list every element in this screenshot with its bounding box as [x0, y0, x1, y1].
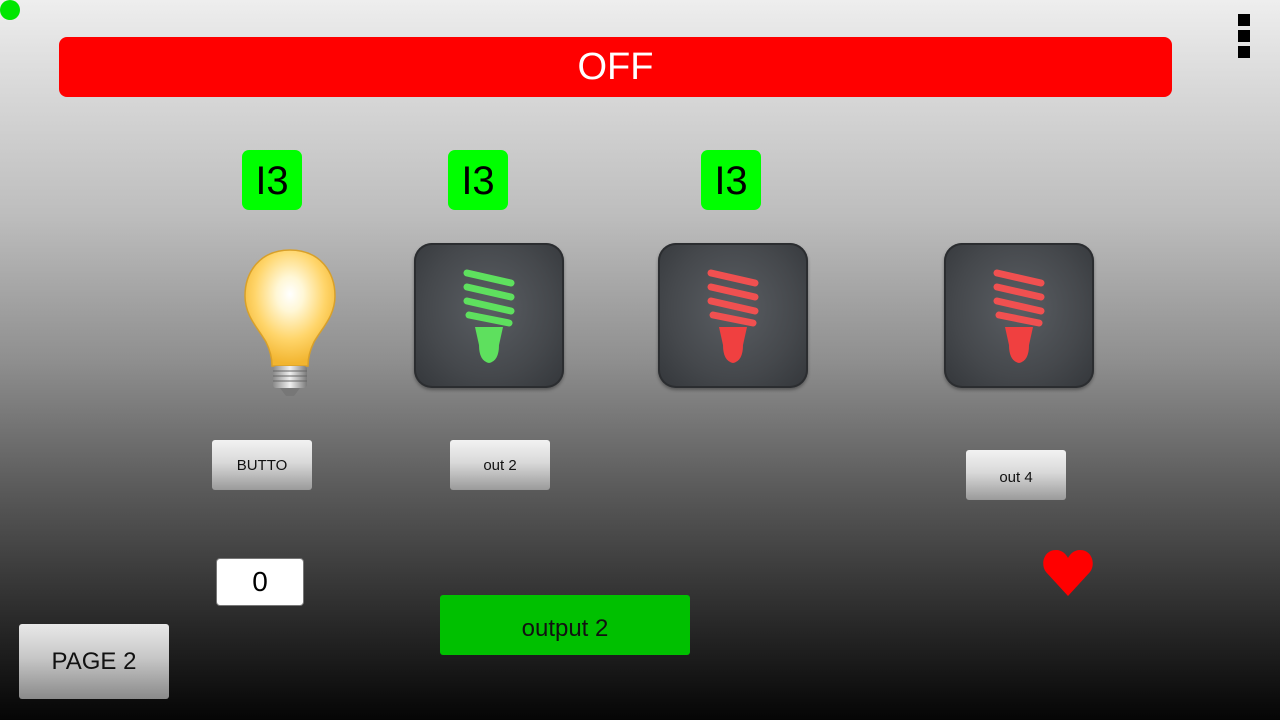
out-4-button[interactable]: out 4: [966, 450, 1066, 500]
cfl-bulb-tile-2[interactable]: [414, 243, 564, 388]
indicator-2: I3: [448, 150, 508, 210]
button-1[interactable]: BUTTO: [212, 440, 312, 490]
overflow-menu-icon[interactable]: [1236, 12, 1252, 60]
cfl-bulb-red-icon: [993, 269, 1045, 363]
page-2-button[interactable]: PAGE 2: [19, 624, 169, 699]
output-2-button[interactable]: output 2: [440, 595, 690, 655]
cfl-bulb-red-icon: [707, 269, 759, 363]
heart-icon: [1042, 546, 1094, 598]
out-2-button[interactable]: out 2: [450, 440, 550, 490]
cfl-bulb-green-icon: [463, 269, 515, 363]
state-banner-off[interactable]: OFF: [59, 37, 1172, 97]
status-dot-icon: [0, 0, 20, 20]
cfl-bulb-tile-4[interactable]: [944, 243, 1094, 388]
incandescent-bulb-lit-icon[interactable]: [240, 246, 340, 398]
indicator-3: I3: [701, 150, 761, 210]
cfl-bulb-tile-3[interactable]: [658, 243, 808, 388]
counter-value: 0: [216, 558, 304, 606]
indicator-1: I3: [242, 150, 302, 210]
